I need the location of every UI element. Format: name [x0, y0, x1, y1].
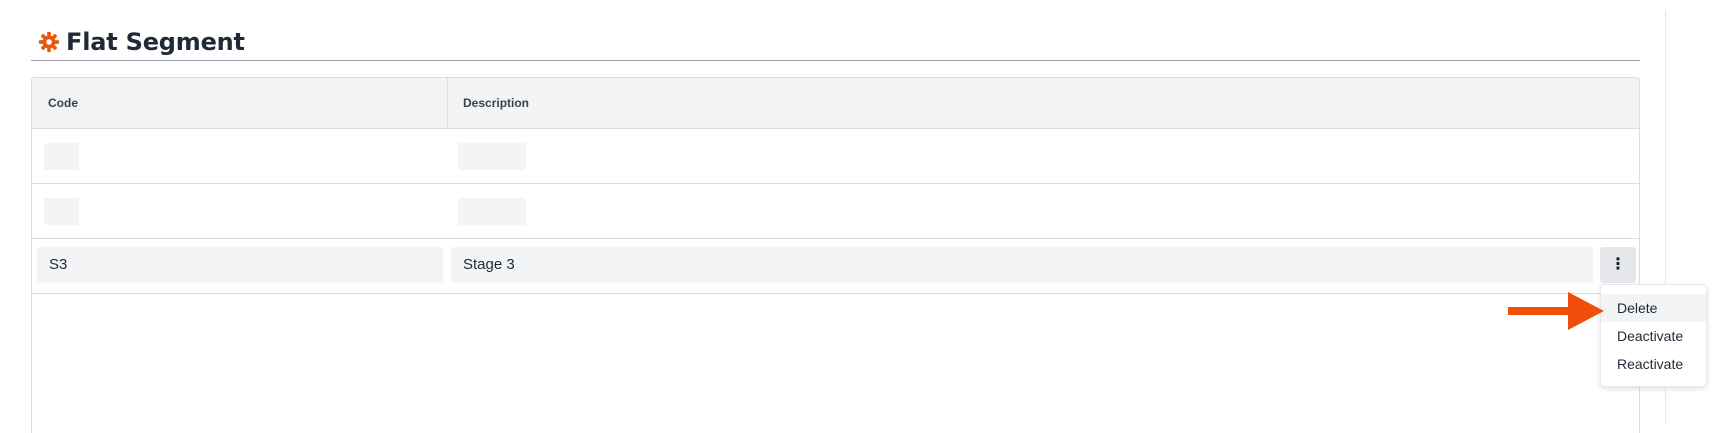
gear-icon — [38, 31, 60, 53]
loading-placeholder — [44, 198, 79, 225]
code-cell[interactable]: S3 — [37, 247, 443, 283]
column-header-code[interactable]: Code — [48, 78, 78, 128]
header-underline — [31, 60, 1640, 61]
data-grid: Code Description S3 Stage 3 ⋮ — [31, 77, 1640, 433]
description-cell[interactable]: Stage 3 — [451, 247, 1593, 283]
table-row[interactable]: S3 Stage 3 ⋮ — [32, 239, 1639, 294]
section-header: Flat Segment — [38, 22, 245, 62]
loading-placeholder — [458, 143, 526, 170]
menu-item-delete[interactable]: Delete — [1601, 294, 1706, 322]
menu-item-reactivate[interactable]: Reactivate — [1601, 350, 1706, 378]
table-row[interactable] — [32, 129, 1639, 184]
loading-placeholder — [44, 143, 79, 170]
column-header-description[interactable]: Description — [463, 78, 529, 128]
page-title: Flat Segment — [66, 28, 245, 56]
row-actions-menu: Delete Deactivate Reactivate — [1600, 284, 1707, 387]
loading-placeholder — [458, 198, 526, 225]
row-actions-button[interactable]: ⋮ — [1600, 247, 1636, 283]
more-vertical-icon: ⋮ — [1610, 256, 1626, 273]
menu-item-deactivate[interactable]: Deactivate — [1601, 322, 1706, 350]
grid-header: Code Description — [32, 78, 1639, 129]
annotation-arrow-icon — [1508, 292, 1604, 330]
page: Flat Segment Code Description S3 Stage 3… — [0, 0, 1728, 433]
table-row[interactable] — [32, 184, 1639, 239]
column-resize-handle[interactable] — [447, 78, 448, 128]
